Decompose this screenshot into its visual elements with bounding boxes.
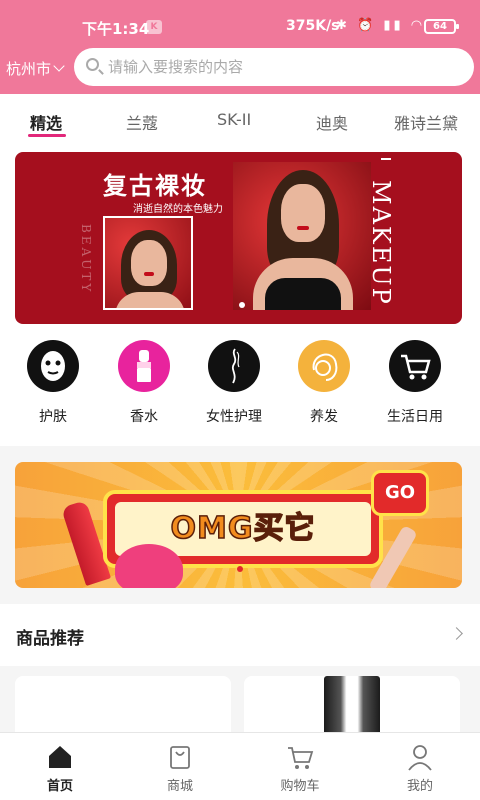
lipstick-icon bbox=[118, 340, 170, 392]
banner-side-text: BEAUTY bbox=[79, 224, 93, 295]
home-icon bbox=[49, 746, 71, 768]
bottom-nav: 首页 商城 购物车 我的 bbox=[0, 732, 480, 800]
banner-subtitle: 消逝自然的本色魅力 bbox=[133, 204, 223, 215]
tab-lancome[interactable]: 兰蔻 bbox=[126, 110, 158, 134]
user-icon bbox=[408, 745, 432, 771]
shopping-cart-icon bbox=[389, 340, 441, 392]
category-label: 护肤 bbox=[39, 409, 67, 425]
city-label: 杭州市 bbox=[6, 60, 52, 78]
tab-sk2[interactable]: SK-II bbox=[217, 110, 251, 129]
nav-mall[interactable]: 商城 bbox=[120, 733, 240, 800]
category-skincare[interactable]: 护肤 bbox=[8, 340, 98, 426]
go-badge: GO bbox=[371, 470, 429, 516]
carousel-indicator bbox=[237, 566, 243, 572]
banner-divider bbox=[381, 158, 391, 160]
banner-title: 复古裸妆 bbox=[103, 171, 207, 200]
nav-label: 商城 bbox=[166, 779, 193, 794]
tab-indicator bbox=[28, 134, 66, 137]
category-feminine-care[interactable]: 女性护理 bbox=[189, 340, 279, 426]
nav-profile[interactable]: 我的 bbox=[360, 733, 480, 800]
tab-featured[interactable]: 精选 bbox=[30, 110, 62, 134]
category-label: 养发 bbox=[310, 409, 338, 425]
battery-icon: 64 bbox=[424, 19, 459, 34]
cart-icon bbox=[288, 747, 314, 769]
category-perfume[interactable]: 香水 bbox=[99, 340, 189, 426]
face-mask-icon bbox=[27, 340, 79, 392]
hair-icon bbox=[298, 340, 350, 392]
status-icons: ✱ ⏰ ▮▮ ◠ bbox=[336, 18, 426, 33]
promo-banner-makeup[interactable]: 复古裸妆 消逝自然的本色魅力 BEAUTY MAKEUP bbox=[15, 152, 462, 324]
woman-silhouette-icon bbox=[208, 340, 260, 392]
banner-vertical-text: MAKEUP bbox=[367, 180, 395, 306]
chevron-right-icon bbox=[450, 627, 463, 640]
category-hair-care[interactable]: 养发 bbox=[279, 340, 369, 426]
category-label: 香水 bbox=[130, 409, 158, 425]
city-selector[interactable]: 杭州市 bbox=[6, 58, 65, 79]
section-title: 商品推荐 bbox=[16, 629, 84, 649]
shopping-bag-icon bbox=[170, 746, 190, 769]
nav-label: 首页 bbox=[46, 779, 73, 794]
network-speed: 375K/s bbox=[286, 18, 340, 34]
tab-dior[interactable]: 迪奥 bbox=[316, 110, 348, 134]
nav-label: 购物车 bbox=[280, 779, 320, 794]
recommend-section[interactable]: 商品推荐 bbox=[0, 604, 480, 666]
carousel-indicator bbox=[239, 302, 245, 308]
nav-cart[interactable]: 购物车 bbox=[240, 733, 360, 800]
category-label: 生活日用 bbox=[387, 409, 443, 425]
search-input[interactable] bbox=[108, 48, 458, 86]
chevron-down-icon bbox=[53, 60, 65, 72]
notification-icon: K bbox=[146, 20, 162, 34]
category-label: 女性护理 bbox=[206, 409, 262, 425]
promo-banner-omg[interactable]: OMG买它 GO bbox=[15, 462, 462, 588]
sponge-illustration bbox=[115, 544, 183, 588]
nav-label: 我的 bbox=[406, 779, 433, 794]
nav-home[interactable]: 首页 bbox=[0, 733, 120, 800]
search-bar[interactable] bbox=[74, 48, 474, 86]
status-bar: 下午1:34 K 375K/s ✱ ⏰ ▮▮ ◠ 64 bbox=[0, 0, 480, 38]
model-photo-large bbox=[233, 162, 371, 310]
model-photo-small bbox=[103, 216, 193, 310]
search-icon bbox=[86, 58, 99, 71]
category-daily-use[interactable]: 生活日用 bbox=[370, 340, 460, 426]
header: 下午1:34 K 375K/s ✱ ⏰ ▮▮ ◠ 64 杭州市 bbox=[0, 0, 480, 94]
tab-estee-lauder[interactable]: 雅诗兰黛 bbox=[394, 110, 458, 134]
status-time: 下午1:34 bbox=[82, 20, 150, 38]
brand-tabs: 精选 兰蔻 SK-II 迪奥 雅诗兰黛 bbox=[0, 94, 480, 144]
